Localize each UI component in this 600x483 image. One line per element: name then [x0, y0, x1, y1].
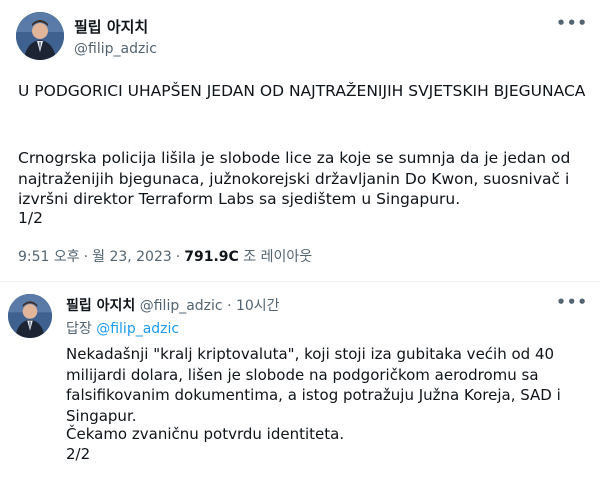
reply-page-marker: 2/2: [66, 445, 91, 463]
reply-body-2: Čekamo zvaničnu potvrdu identiteta.: [66, 425, 345, 443]
reply-author-handle[interactable]: @filip_adzic: [140, 298, 223, 314]
more-options-icon[interactable]: •••: [556, 14, 588, 32]
views-label: 조 레이아웃: [243, 249, 313, 265]
replying-to-handle[interactable]: @filip_adzic: [96, 321, 179, 337]
author-avatar[interactable]: [16, 12, 64, 60]
reply-time[interactable]: 10시간: [236, 298, 280, 314]
author-handle[interactable]: @filip_adzic: [74, 41, 157, 57]
replying-label: 답장: [66, 321, 92, 337]
reply-more-options-icon[interactable]: •••: [556, 293, 588, 311]
reply-author-name[interactable]: 필립 아지치: [66, 298, 135, 314]
reply-body: Nekadašnji "kralj kriptovaluta", koji st…: [66, 345, 561, 425]
tweet-date[interactable]: 월 23, 2023: [92, 249, 172, 265]
reply-author-avatar[interactable]: [8, 294, 52, 338]
meta-separator: ·: [83, 249, 89, 265]
replying-to: 답장 @filip_adzic: [66, 318, 179, 338]
tweet-headline: U PODGORICI UHAPŠEN JEDAN OD NAJTRAŽENIJ…: [18, 82, 586, 100]
author-name[interactable]: 필립 아지치: [74, 16, 148, 37]
meta-separator: ·: [175, 249, 181, 265]
reply-header: 필립 아지치 @filip_adzic · 10시간: [66, 295, 280, 315]
reply-separator: ·: [227, 298, 232, 314]
tweet-body: Crnogrska policija lišila je slobode lic…: [18, 149, 571, 208]
avatar-image: [16, 12, 64, 60]
tweet-page-marker: 1/2: [18, 209, 43, 227]
divider: [0, 281, 600, 282]
tweet-time[interactable]: 9:51 오후: [18, 249, 80, 265]
views-count[interactable]: 791.9C: [184, 249, 239, 265]
tweet-meta: 9:51 오후 · 월 23, 2023 · 791.9C 조 레이아웃: [18, 246, 312, 266]
avatar-image: [8, 294, 52, 338]
